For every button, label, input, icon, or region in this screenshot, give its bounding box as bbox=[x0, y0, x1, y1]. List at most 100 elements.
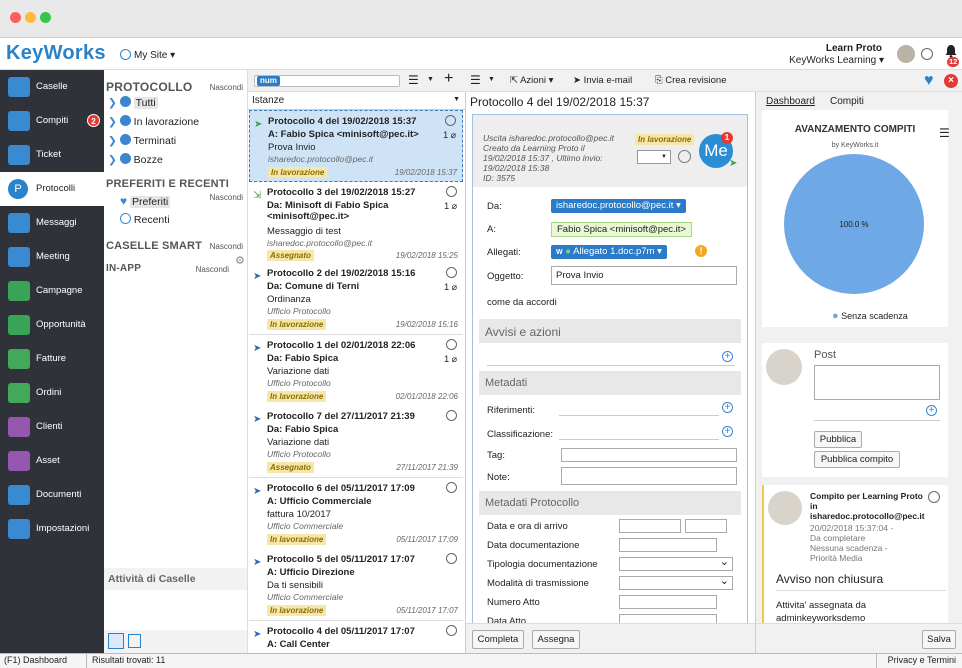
search-input[interactable]: num bbox=[254, 75, 400, 87]
list-item[interactable]: ➤ Protocollo 1 del 02/01/2018 22:06 Da: Fa… bbox=[249, 334, 463, 407]
sidebar-item-meeting[interactable]: Meeting bbox=[0, 240, 104, 274]
section-metadati[interactable]: Metadati bbox=[479, 371, 741, 395]
list-item[interactable]: ➤ Protocollo 6 del 05/11/2017 17:09 A: Uff… bbox=[249, 477, 463, 550]
section-avvisi[interactable]: Avvisi e azioni bbox=[479, 319, 741, 343]
list-item[interactable]: ⇲ Protocollo 3 del 19/02/2018 15:27 Da: Mi… bbox=[249, 181, 463, 264]
da-chip[interactable]: isharedoc.protocollo@pec.it ▾ bbox=[551, 199, 686, 213]
crea-revisione-button[interactable]: ⎘ Crea revisione bbox=[655, 75, 727, 86]
check-circle[interactable] bbox=[446, 185, 457, 197]
sidebar-item-fatture[interactable]: Fatture bbox=[0, 342, 104, 376]
metadata-input[interactable] bbox=[619, 595, 717, 609]
check-circle[interactable] bbox=[446, 267, 457, 278]
close-icon[interactable]: × bbox=[944, 74, 958, 88]
app-logo[interactable]: KeyWorks bbox=[6, 42, 106, 65]
pubblica-compito-button[interactable]: Pubblica compito bbox=[814, 451, 900, 468]
list-item[interactable]: ➤ Protocollo 7 del 27/11/2017 21:39 Da: Fa… bbox=[249, 406, 463, 478]
list-item[interactable]: ➤ Protocollo 4 del 19/02/2018 15:37 A: Fab… bbox=[249, 110, 463, 182]
note-input[interactable] bbox=[561, 467, 737, 485]
favorite-heart-icon[interactable]: ♥ bbox=[924, 73, 940, 89]
message-body[interactable]: come da accordi bbox=[487, 297, 557, 308]
task-check-circle[interactable] bbox=[928, 491, 940, 503]
recipient-chip[interactable]: Fabio Spica <minisoft@pec.it> bbox=[551, 222, 692, 237]
sidebar-item-documenti[interactable]: Documenti bbox=[0, 478, 104, 512]
map-view-icon[interactable] bbox=[128, 634, 141, 648]
close-window-button[interactable] bbox=[10, 12, 21, 23]
salva-button[interactable]: Salva bbox=[922, 630, 956, 649]
section-protocollo[interactable]: PROTOCOLLO bbox=[106, 80, 192, 94]
add-riferimento-icon[interactable]: + bbox=[722, 402, 733, 413]
metadata-input[interactable]: ⌄ bbox=[619, 556, 733, 571]
sidebar-item-compiti[interactable]: Compiti 2 bbox=[0, 104, 104, 138]
check-circle[interactable] bbox=[445, 115, 456, 126]
tree-item-tutti[interactable]: ❯ Tutti bbox=[108, 96, 158, 109]
add-attachment-icon[interactable]: + bbox=[926, 405, 937, 416]
tree-item-in-lavorazione[interactable]: ❯ In lavorazione bbox=[108, 115, 199, 128]
site-selector[interactable]: My Site ▾ bbox=[134, 50, 175, 61]
list-filter-select[interactable]: Istanze ▼ bbox=[248, 92, 465, 110]
check-circle[interactable] bbox=[446, 553, 457, 564]
menu-icon[interactable]: ☰ bbox=[939, 126, 950, 140]
list-item[interactable]: ➤ Protocollo 5 del 05/11/2017 17:07 A: Uff… bbox=[249, 549, 463, 621]
tree-item-preferiti[interactable]: ♥ Preferiti bbox=[120, 194, 171, 208]
section-caselle-smart[interactable]: CASELLE SMART bbox=[106, 240, 202, 252]
tree-item-terminati[interactable]: ❯ Terminati bbox=[108, 134, 176, 147]
metadata-time-input[interactable] bbox=[685, 519, 727, 533]
add-classificazione-icon[interactable]: + bbox=[722, 426, 733, 437]
sidebar-item-protocolli[interactable]: P Protocolli bbox=[0, 172, 104, 206]
sidebar-item-campagne[interactable]: Campagne bbox=[0, 274, 104, 308]
metadata-input[interactable] bbox=[619, 538, 717, 552]
metadata-input[interactable] bbox=[619, 519, 681, 533]
tab-dashboard[interactable]: Dashboard bbox=[766, 96, 815, 107]
add-icon[interactable]: + bbox=[444, 70, 453, 88]
sidebar-item-opportunit[interactable]: Opportunità bbox=[0, 308, 104, 342]
check-circle[interactable] bbox=[446, 410, 457, 421]
section-inapp[interactable]: IN-APP bbox=[106, 263, 141, 274]
chart-legend[interactable]: ● Senza scadenza bbox=[832, 310, 908, 322]
search-tag[interactable]: num bbox=[257, 76, 280, 86]
metadata-input[interactable]: ⌄ bbox=[619, 575, 733, 590]
sidebar-item-ordini[interactable]: Ordini bbox=[0, 376, 104, 410]
hide-link[interactable]: Nascondi bbox=[196, 265, 229, 274]
chevron-down-icon[interactable]: ▼ bbox=[488, 76, 495, 83]
tree-item-recenti[interactable]: Recenti bbox=[120, 213, 170, 226]
bell-icon[interactable] bbox=[944, 44, 958, 58]
check-circle[interactable] bbox=[446, 481, 457, 493]
minimize-window-button[interactable] bbox=[25, 12, 36, 23]
privacy-link[interactable]: Privacy e Termini bbox=[888, 655, 956, 665]
check-circle[interactable] bbox=[678, 150, 691, 163]
section-preferiti[interactable]: PREFERITI E RECENTI bbox=[106, 178, 229, 190]
completa-button[interactable]: Completa bbox=[472, 630, 524, 649]
grid-view-icon[interactable] bbox=[108, 633, 124, 649]
warning-icon[interactable]: ! bbox=[695, 245, 707, 257]
oggetto-input[interactable]: Prova Invio bbox=[551, 266, 737, 285]
tab-compiti[interactable]: Compiti bbox=[830, 96, 864, 107]
sidebar-item-messaggi[interactable]: Messaggi bbox=[0, 206, 104, 240]
user-avatar[interactable] bbox=[897, 45, 915, 63]
hide-link[interactable]: Nascondi bbox=[210, 193, 243, 202]
gear-icon[interactable]: ⚙ bbox=[235, 254, 245, 267]
chevron-down-icon[interactable]: ▼ bbox=[427, 76, 434, 83]
azioni-button[interactable]: ⇱ Azioni ▾ bbox=[510, 75, 553, 86]
hide-link[interactable]: Nascondi bbox=[210, 83, 243, 92]
tag-input[interactable] bbox=[561, 448, 737, 462]
post-input[interactable] bbox=[814, 365, 940, 400]
add-avviso-icon[interactable]: + bbox=[722, 351, 733, 362]
menu-icon[interactable]: ☰ bbox=[470, 73, 481, 87]
zoom-window-button[interactable] bbox=[40, 12, 51, 23]
user-name[interactable]: Learn Proto bbox=[826, 43, 882, 54]
check-circle[interactable] bbox=[446, 624, 457, 636]
menu-icon[interactable]: ☰ bbox=[408, 73, 419, 87]
sidebar-item-caselle[interactable]: Caselle bbox=[0, 70, 104, 104]
status-circle[interactable] bbox=[921, 48, 933, 60]
sidebar-item-impostazioni[interactable]: Impostazioni bbox=[0, 512, 104, 546]
status-dropdown[interactable]: ▼ bbox=[637, 150, 671, 164]
hide-link[interactable]: Nascondi bbox=[210, 242, 243, 251]
tree-item-bozze[interactable]: ❯ Bozze bbox=[108, 153, 163, 166]
list-item[interactable]: ➤ Protocollo 2 del 19/02/2018 15:16 Da: Co… bbox=[249, 263, 463, 335]
assegna-button[interactable]: Assegna bbox=[532, 630, 580, 649]
user-org[interactable]: KeyWorks Learning ▾ bbox=[789, 55, 884, 66]
sidebar-item-asset[interactable]: Asset bbox=[0, 444, 104, 478]
sidebar-item-ticket[interactable]: Ticket bbox=[0, 138, 104, 172]
invia-email-button[interactable]: ➤ Invia e-mail bbox=[573, 75, 632, 86]
section-metadati-protocollo[interactable]: Metadati Protocollo bbox=[479, 491, 741, 515]
